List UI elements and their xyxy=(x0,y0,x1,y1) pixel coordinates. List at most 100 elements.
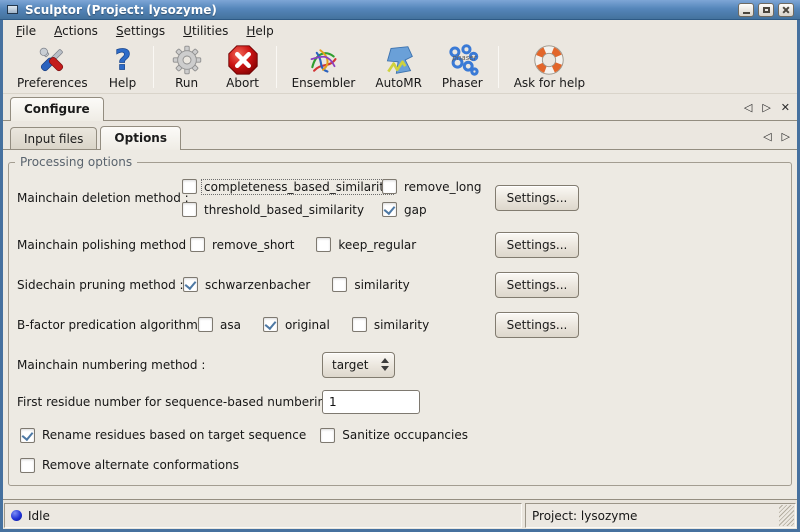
checkbox-icon xyxy=(183,277,198,292)
toolbar-separator xyxy=(498,46,499,88)
menu-help[interactable]: Help xyxy=(237,22,282,40)
settings-button-mainchain-polishing[interactable]: Settings... xyxy=(495,232,579,258)
toolbar-label: AutoMR xyxy=(375,77,422,90)
toolbar-automr-button[interactable]: AutoMR xyxy=(365,43,432,91)
row-label: First residue number for sequence-based … xyxy=(17,395,322,409)
mainchain-numbering-dropdown[interactable]: target xyxy=(322,352,395,378)
toolbar: Preferences ? Help xyxy=(3,42,797,94)
checkbox-icon xyxy=(182,202,197,217)
checkbox-sanitize-occupancies[interactable]: Sanitize occupancies xyxy=(320,428,470,443)
checkbox-keep-regular[interactable]: keep_regular xyxy=(316,237,418,252)
checkbox-label: similarity xyxy=(372,318,431,332)
toolbar-ask-for-help-button[interactable]: Ask for help xyxy=(504,43,595,91)
checkbox-remove-long[interactable]: remove_long xyxy=(382,179,483,194)
toolbar-label: Help xyxy=(109,77,136,90)
titlebar[interactable]: Sculptor (Project: lysozyme) xyxy=(0,0,800,20)
toolbar-separator xyxy=(276,46,277,88)
settings-button-sidechain-pruning[interactable]: Settings... xyxy=(495,272,579,298)
checkbox-gap[interactable]: gap xyxy=(382,202,483,217)
checkbox-label: similarity xyxy=(352,278,411,292)
maximize-button[interactable] xyxy=(758,3,774,17)
menu-file[interactable]: File xyxy=(7,22,45,40)
row-mainchain-polishing: Mainchain polishing method : remove_shor… xyxy=(9,231,791,258)
lifebuoy-icon xyxy=(531,44,567,76)
maximize-icon xyxy=(763,7,770,13)
app-icon xyxy=(7,5,18,14)
toolbar-help-button[interactable]: ? Help xyxy=(98,43,148,91)
tab-scroll-right-icon[interactable]: ▷ xyxy=(782,131,790,142)
checkbox-icon xyxy=(332,277,347,292)
minimize-icon xyxy=(743,12,750,14)
tab-scroll-right-icon[interactable]: ▷ xyxy=(762,102,770,113)
checkbox-completeness-based-similarity[interactable]: completeness_based_similarity xyxy=(182,179,362,194)
minimize-button[interactable] xyxy=(738,3,754,17)
toolbar-ensembler-button[interactable]: Ensembler xyxy=(282,43,366,91)
checkbox-label: Sanitize occupancies xyxy=(340,428,470,442)
checkbox-asa[interactable]: asa xyxy=(198,317,243,332)
tab-close-icon[interactable]: ✕ xyxy=(781,102,790,113)
row-remove-alternate: Remove alternate conformations xyxy=(9,457,791,473)
checkbox-similarity-bfactor[interactable]: similarity xyxy=(352,317,431,332)
settings-button-bfactor[interactable]: Settings... xyxy=(495,312,579,338)
row-label: Sidechain pruning method : xyxy=(17,278,183,292)
checkbox-label: asa xyxy=(218,318,243,332)
row-rename-sanitize: Rename residues based on target sequence… xyxy=(9,427,791,443)
checkbox-icon xyxy=(198,317,213,332)
first-residue-number-input[interactable] xyxy=(322,390,420,414)
question-mark-icon: ? xyxy=(108,44,138,76)
menu-settings[interactable]: Settings xyxy=(107,22,174,40)
tab-input-files[interactable]: Input files xyxy=(10,127,97,149)
checkbox-icon xyxy=(182,179,197,194)
checkbox-icon xyxy=(190,237,205,252)
row-label: B-factor predication algorithm : xyxy=(17,318,198,332)
checkbox-icon xyxy=(20,428,35,443)
checkbox-label: remove_long xyxy=(402,180,483,194)
toolbar-preferences-button[interactable]: Preferences xyxy=(7,43,98,91)
row-first-residue-number: First residue number for sequence-based … xyxy=(9,389,791,414)
toolbar-label: Preferences xyxy=(17,77,88,90)
sub-tabstrip: Input files Options ◁ ▷ xyxy=(3,121,797,150)
menu-actions[interactable]: Actions xyxy=(45,22,107,40)
checkbox-similarity-pruning[interactable]: similarity xyxy=(332,277,411,292)
spinner-arrows-icon xyxy=(381,358,389,371)
row-label: Mainchain deletion method : xyxy=(17,191,182,205)
checkbox-schwarzenbacher[interactable]: schwarzenbacher xyxy=(183,277,312,292)
toolbar-run-button[interactable]: Run xyxy=(159,43,215,91)
resize-grip-icon[interactable] xyxy=(779,505,794,526)
main-tabstrip: Configure ◁ ▷ ✕ xyxy=(3,94,797,121)
checkbox-icon xyxy=(316,237,331,252)
checkbox-icon xyxy=(352,317,367,332)
tab-options[interactable]: Options xyxy=(100,126,181,150)
close-button[interactable] xyxy=(778,3,794,17)
tab-configure[interactable]: Configure xyxy=(10,97,104,121)
toolbar-phaser-button[interactable]: phaser Phaser xyxy=(432,43,493,91)
processing-options-group: Processing options Mainchain deletion me… xyxy=(8,162,792,486)
crossed-tools-icon xyxy=(34,44,70,76)
checkbox-original[interactable]: original xyxy=(263,317,332,332)
settings-button-mainchain-deletion[interactable]: Settings... xyxy=(495,185,579,211)
checkbox-label: Rename residues based on target sequence xyxy=(40,428,308,442)
row-label: Mainchain polishing method : xyxy=(17,238,190,252)
status-cell: Idle xyxy=(4,503,522,528)
checkbox-rename-residues[interactable]: Rename residues based on target sequence xyxy=(20,428,308,443)
checkbox-icon xyxy=(320,428,335,443)
checkbox-remove-alternate-conformations[interactable]: Remove alternate conformations xyxy=(20,458,241,473)
menubar: File Actions Settings Utilities Help xyxy=(3,20,797,42)
status-ball-icon xyxy=(11,510,22,521)
menu-utilities[interactable]: Utilities xyxy=(174,22,237,40)
checkbox-label: completeness_based_similarity xyxy=(202,180,393,194)
checkbox-label: threshold_based_similarity xyxy=(202,203,366,217)
checkbox-threshold-based-similarity[interactable]: threshold_based_similarity xyxy=(182,202,362,217)
statusbar: Idle Project: lysozyme xyxy=(3,500,797,529)
toolbar-label: Phaser xyxy=(442,77,483,90)
dropdown-value: target xyxy=(332,358,381,372)
tab-scroll-left-icon[interactable]: ◁ xyxy=(744,102,752,113)
checkbox-remove-short[interactable]: remove_short xyxy=(190,237,296,252)
row-sidechain-pruning: Sidechain pruning method : schwarzenbach… xyxy=(9,271,791,298)
toolbar-label: Ask for help xyxy=(514,77,585,90)
row-mainchain-deletion: Mainchain deletion method : completeness… xyxy=(9,179,791,217)
tab-scroll-left-icon[interactable]: ◁ xyxy=(763,131,771,142)
toolbar-abort-button[interactable]: Abort xyxy=(215,43,271,91)
group-title: Processing options xyxy=(15,155,137,169)
app-window: Sculptor (Project: lysozyme) File Action… xyxy=(0,0,800,532)
